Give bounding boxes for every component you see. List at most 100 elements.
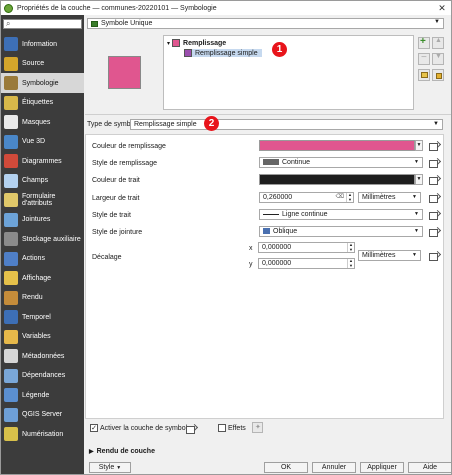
data-defined-override-icon[interactable] [428,175,440,185]
plus-icon: + [420,36,426,47]
data-defined-override-icon[interactable] [428,193,440,203]
digitizing-icon [4,427,18,441]
duplicate-layer-button[interactable] [418,69,430,81]
fill-style-select[interactable]: Continue ▼ [259,157,423,168]
sidebar-item-attributes-form[interactable]: Formulaire d'attributs [1,190,84,210]
layer-rendering-section[interactable]: ▶ Rendu de couche [89,448,155,455]
sidebar-item-masks[interactable]: Masques [1,112,84,132]
stroke-color-button[interactable] [259,174,415,185]
offset-y-input[interactable]: 0,000000 ▲ ▼ [258,258,355,269]
lock-layer-button[interactable] [432,69,444,81]
qgis-logo-icon [4,3,13,13]
data-defined-override-icon[interactable] [428,227,440,237]
remove-layer-button[interactable]: − [418,52,430,65]
chevron-down-icon: ▼ [116,465,122,471]
ok-button[interactable]: OK [264,462,308,473]
sidebar-item-actions[interactable]: Actions [1,249,84,269]
sidebar-item-legend[interactable]: Légende [1,385,84,405]
star-icon: ✦ [255,424,261,431]
style-button[interactable]: Style ▼ [89,462,131,473]
chevron-down-icon: ▼ [433,121,439,127]
sidebar-item-labels[interactable]: Étiquettes [1,93,84,113]
move-down-button[interactable]: ▼ [432,53,444,65]
offset-unit-select[interactable]: Millimètres ▼ [358,250,421,261]
stroke-width-unit-select[interactable]: Millimètres ▼ [358,192,421,203]
bottom-area: ✓ Activer la couche de symboles Effets ✦… [85,421,451,474]
sidebar-item-temporal[interactable]: Temporel [1,307,84,327]
sidebar-item-label: Information [22,40,58,48]
chevron-down-icon: ▼ [414,211,419,217]
spin-arrows[interactable]: ▲ ▼ [347,258,354,268]
clear-icon[interactable]: ⌫ [336,193,344,202]
divider [85,114,451,115]
offset-unit-value: Millimètres [362,252,396,259]
offset-x-input[interactable]: 0,000000 ▲ ▼ [258,242,355,253]
style-button-label: Style [98,464,115,471]
sidebar-item-joins[interactable]: Jointures [1,210,84,230]
simple-fill-swatch [184,49,192,57]
apply-button[interactable]: Appliquer [360,462,404,473]
add-layer-button[interactable]: + [418,36,430,49]
symbol-layer-tree[interactable]: ▾ Remplissage Remplissage simple 1 [163,35,414,110]
sidebar-item-label: Légende [22,391,50,399]
stroke-width-input[interactable]: 0,260000 ⌫ ▲ ▼ [259,192,354,203]
move-up-button[interactable]: ▲ [432,37,444,49]
stroke-color-label: Couleur de trait [92,177,140,184]
effects-button[interactable]: ✦ [252,422,263,433]
search-icon: ⌕ [6,19,11,28]
help-button[interactable]: Aide [408,462,451,473]
masks-icon [4,115,18,129]
data-defined-override-icon[interactable] [428,141,440,151]
sidebar-item-view3d[interactable]: Vue 3D [1,132,84,152]
tree-item-fill[interactable]: ▾ Remplissage [167,39,226,47]
attributes-form-icon [4,193,18,207]
sidebar-item-digitizing[interactable]: Numérisation [1,424,84,444]
effects-label: Effets [228,425,246,432]
sidebar-item-symbology[interactable]: Symbologie [1,73,84,93]
chevron-down-icon: ▼ [412,252,417,258]
data-defined-override-icon[interactable] [428,251,440,261]
sidebar-item-source[interactable]: Source [1,54,84,74]
tree-item-simple-fill[interactable]: Remplissage simple [184,49,262,57]
fields-icon [4,173,18,188]
enable-symbol-layer-checkbox[interactable]: ✓ [90,424,98,432]
sidebar-item-variables[interactable]: Variables [1,327,84,347]
sidebar-item-label: Rendu [22,294,43,301]
sidebar-item-fields[interactable]: Champs [1,171,84,191]
fill-swatch [172,39,181,47]
offset-label: Décalage [92,254,122,261]
sidebar-item-display[interactable]: Affichage [1,268,84,288]
close-icon[interactable]: ✕ [431,3,451,14]
sidebar-item-label: Champs [22,177,49,184]
data-defined-override-icon[interactable] [428,210,440,220]
renderer-select[interactable]: Symbole Unique ▼ [87,18,444,29]
stroke-style-select[interactable]: Ligne continue ▼ [259,209,423,220]
layer-rendering-label: Rendu de couche [96,448,155,455]
fill-color-button[interactable] [259,140,415,151]
sidebar-item-label: Source [22,60,45,67]
spin-arrows[interactable]: ▲ ▼ [347,242,354,252]
source-icon [4,56,18,71]
join-style-select[interactable]: Oblique ▼ [259,226,423,237]
sidebar-item-qgis-server[interactable]: QGIS Server [1,405,84,425]
spin-arrows[interactable]: ▲ ▼ [346,192,353,202]
sidebar-search-input[interactable]: ⌕ [3,19,82,29]
single-symbol-icon [91,20,98,27]
stroke-color-dropdown[interactable]: ▼ [415,174,423,185]
enable-symbol-layer-label: Activer la couche de symboles [100,425,195,432]
fill-color-dropdown[interactable]: ▼ [415,140,423,151]
sidebar-item-rendering[interactable]: Rendu [1,288,84,308]
sidebar-item-metadata[interactable]: Métadonnées [1,346,84,366]
sidebar-item-dependencies[interactable]: Dépendances [1,366,84,386]
effects-checkbox[interactable] [218,424,226,432]
stroke-style-value: Ligne continue [282,211,328,218]
sidebar-item-diagrams[interactable]: Diagrammes [1,151,84,171]
sidebar-item-label: Temporel [22,313,51,321]
solid-line-icon [263,213,279,215]
sidebar-item-information[interactable]: Information [1,34,84,54]
symbol-type-select[interactable]: Remplissage simple ▼ [130,119,443,130]
cancel-button[interactable]: Annuler [312,462,356,473]
data-defined-override-icon[interactable] [185,424,197,434]
data-defined-override-icon[interactable] [428,158,440,168]
sidebar-item-auxiliary-storage[interactable]: Stockage auxiliaire [1,229,84,249]
